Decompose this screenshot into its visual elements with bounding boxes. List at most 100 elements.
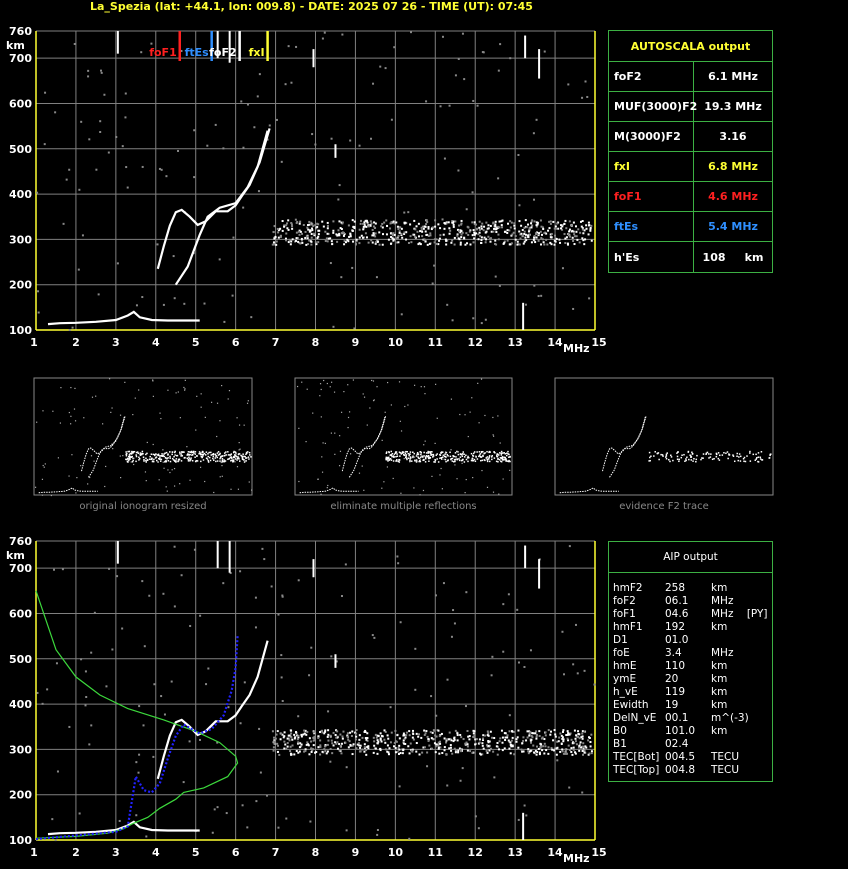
thumbnail-dot xyxy=(320,416,322,418)
thumbnail-dot xyxy=(204,454,207,456)
thumbnail-dot xyxy=(670,456,673,458)
aip-row: hmF2 258 km xyxy=(609,582,772,595)
aip-cell: m^(-3) xyxy=(711,712,749,724)
thumbnail-dot xyxy=(381,439,383,441)
thumbnail-dot xyxy=(188,456,190,459)
thumbnail-dot xyxy=(472,452,475,455)
thumbnail-dot xyxy=(181,451,183,453)
thumbnail-dot xyxy=(41,494,44,496)
aip-header: AIP output xyxy=(609,542,772,573)
thumbnail-dot xyxy=(392,460,395,462)
thumbnail-dot xyxy=(317,478,319,480)
thumbnail-dot xyxy=(142,453,144,455)
thumbnail-dot xyxy=(108,378,111,380)
thumbnail-dot xyxy=(183,386,185,389)
thumbnail-dot xyxy=(306,388,308,390)
thumbnail-dot xyxy=(209,459,212,462)
thumbnail-dot xyxy=(507,450,509,453)
aip-cell: 192 xyxy=(665,621,686,633)
thumbnail-dot xyxy=(742,458,745,460)
aip-cell: 20 xyxy=(665,673,679,685)
thumbnail-dot xyxy=(483,452,485,455)
thumbnail-dot xyxy=(93,460,95,462)
thumbnail-dot xyxy=(138,389,140,391)
thumbnail-dot xyxy=(237,453,240,456)
thumbnail-dot xyxy=(692,460,694,462)
aip-cell: 04.6 xyxy=(665,608,689,620)
thumbnail-dot xyxy=(463,461,466,463)
thumbnail-dot xyxy=(227,454,230,456)
thumbnail-dot xyxy=(320,388,322,391)
thumbnail-dot xyxy=(68,475,70,477)
thumbnail-dot xyxy=(435,383,437,385)
thumbnail-dot xyxy=(74,420,77,422)
thumbnail-dot xyxy=(333,391,336,393)
thumbnail-dot xyxy=(439,457,441,460)
thumbnail-dot xyxy=(413,487,415,489)
thumbnail-dot xyxy=(388,459,391,461)
thumbnail-dot xyxy=(443,458,445,460)
thumbnail-dot xyxy=(406,458,408,461)
autoscala-row: foF2 6.1 MHz xyxy=(609,62,772,92)
thumbnail-dot xyxy=(462,451,465,453)
thumbnail-dot xyxy=(744,460,747,463)
thumbnail-dot xyxy=(409,461,411,463)
thumbnail-dot xyxy=(433,461,435,463)
thumbnail-dot xyxy=(52,410,54,412)
thumbnail-dot xyxy=(454,452,457,454)
thumbnail-dot xyxy=(179,417,181,419)
aip-cell: 19 xyxy=(665,699,679,711)
thumbnail-dot xyxy=(194,456,196,458)
aip-table: AIP output hmF2 258 km foF2 06.1 MHz foF1 04.6 M… xyxy=(608,541,773,782)
thumbnail-dot xyxy=(164,457,167,459)
thumbnail-dot xyxy=(486,450,488,453)
thumbnail-dot xyxy=(654,451,656,453)
thumbnail-dot xyxy=(196,455,198,457)
thumbnail-dot xyxy=(755,453,757,456)
thumbnail-dot xyxy=(204,480,206,483)
thumbnail-dot xyxy=(405,450,407,453)
thumbnail-dot xyxy=(768,457,770,459)
autoscala-value: 3.16 xyxy=(719,130,747,143)
thumbnail-dot xyxy=(718,454,721,457)
thumbnail-dot xyxy=(228,390,231,392)
thumbnail-dot xyxy=(404,456,407,459)
thumbnail-dot xyxy=(666,452,669,454)
thumbnail-dot xyxy=(148,458,151,460)
thumbnail-dot xyxy=(243,424,245,426)
thumbnail-dot xyxy=(128,459,130,462)
thumbnail-dot xyxy=(334,432,336,434)
thumbnail-dot xyxy=(396,455,399,457)
thumbnail-dot xyxy=(372,380,375,382)
thumbnail-dot xyxy=(214,457,217,459)
thumbnail-dot xyxy=(90,455,93,457)
thumbnail-dot xyxy=(422,458,425,461)
thumbnail-dot xyxy=(221,457,224,460)
thumbnail-dot xyxy=(690,459,693,461)
thumbnail-dot xyxy=(492,434,494,436)
thumbnail-dot xyxy=(424,456,427,458)
thumbnail-dot xyxy=(487,458,489,460)
thumbnail-dot xyxy=(207,455,210,458)
thumbnail-dot xyxy=(126,457,129,460)
autoscala-value: 5.4 MHz xyxy=(708,220,758,233)
autoscala-key: ftEs xyxy=(609,212,694,241)
thumbnail-dot xyxy=(721,454,724,456)
thumbnail-dot xyxy=(500,450,503,453)
thumbnail-dot xyxy=(177,391,179,393)
thumbnail-dot xyxy=(406,450,408,453)
thumbnail-dot xyxy=(162,461,164,463)
thumbnail-dot xyxy=(443,454,445,456)
thumbnail-dot xyxy=(473,451,476,453)
aip-row: foF1 04.6 MHz [PY] xyxy=(609,608,772,621)
thumbnail-dot xyxy=(648,451,651,454)
thumbnail-dot xyxy=(497,461,499,463)
thumbnail-dot xyxy=(180,460,183,462)
thumbnail-dot xyxy=(759,456,762,459)
thumbnail-dot xyxy=(492,491,495,493)
aip-row: B1 02.4 xyxy=(609,738,772,751)
thumbnail-dot xyxy=(756,457,758,459)
thumbnail-dot xyxy=(334,453,336,455)
thumbnail-dot xyxy=(409,453,411,456)
aip-cell: 00.1 xyxy=(665,712,689,724)
